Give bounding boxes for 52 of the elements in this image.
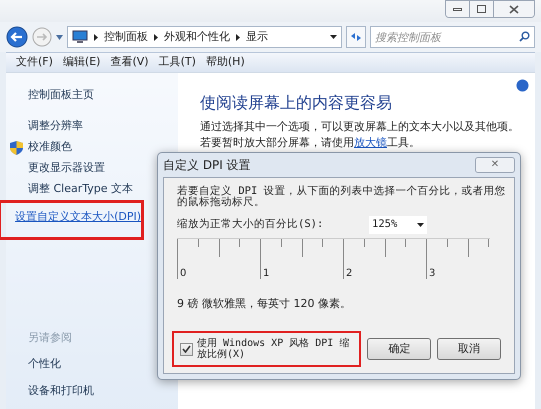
dialog-button[interactable]: 确定 — [367, 338, 432, 360]
search-icon — [519, 31, 530, 42]
scale-label: 缩放为正常大小的百分比(S): — [177, 217, 324, 232]
address-bar[interactable]: 控制面板 外观和个性化 显示 — [67, 26, 342, 48]
page-heading: 使阅读屏幕上的内容更容易 — [200, 92, 393, 114]
magnifier-link[interactable]: 放大镜 — [354, 136, 387, 149]
sidebar-link[interactable]: 更改显示器设置 — [28, 160, 105, 177]
ruler-label: 0 — [180, 267, 186, 281]
sidebar-link[interactable]: 设置自定义文本大小(DPI) — [15, 209, 141, 226]
dialog-instructions: 若要自定义 DPI 设置，从下面的列表中选择一个百分比，或者用您的鼠标拖动标尺。 — [177, 186, 507, 208]
refresh-icon — [350, 32, 362, 42]
monitor-icon — [72, 30, 88, 44]
dialog-title: 自定义 DPI 设置 — [163, 157, 251, 174]
scale-dropdown[interactable]: 125% — [369, 216, 427, 234]
chevron-icon — [236, 34, 240, 40]
page-description: 通过选择其中一个选项，可以更改屏幕上的文本大小以及其他项。若要暂时放大部分屏幕，请使用放大镜工具。 — [200, 119, 520, 151]
menu-item[interactable]: 编辑(E) — [62, 54, 100, 71]
ruler-label: 2 — [346, 267, 352, 281]
menu-item[interactable]: 工具(T) — [158, 54, 196, 71]
minimize-button[interactable] — [446, 1, 470, 17]
dialog-close-button[interactable]: ✕ — [475, 157, 515, 173]
checkbox-label: 使用 Windows XP 风格 DPI 缩放比例(X) — [197, 338, 350, 360]
ruler-label: 3 — [429, 267, 436, 281]
breadcrumb-item[interactable]: 显示 — [246, 28, 268, 46]
ruler[interactable]: 0 1 2 3 — [177, 238, 490, 282]
check-icon — [182, 345, 191, 353]
dropdown-icon — [330, 35, 337, 39]
dialog-button[interactable]: 取消 — [437, 338, 502, 360]
chevron-icon — [154, 34, 158, 40]
sidebar-link[interactable]: 设备和打印机 — [28, 382, 178, 399]
checkbox[interactable] — [180, 342, 193, 356]
maximize-button[interactable] — [470, 1, 494, 17]
sidebar-link[interactable]: 调整分辨率 — [28, 118, 83, 135]
menu-item[interactable]: 帮助(H) — [206, 54, 245, 71]
sidebar-link[interactable]: 校准颜色 — [28, 139, 72, 156]
sidebar-link[interactable]: 调整 ClearType 文本 — [28, 181, 134, 198]
menu-item[interactable]: 查看(V) — [110, 54, 149, 71]
dropdown-icon[interactable] — [56, 34, 63, 40]
dropdown-icon — [417, 223, 424, 227]
sample-text: 9 磅 微软雅黑，每英寸 120 像素。 — [177, 296, 352, 312]
see-also-heading: 另请参阅 — [28, 330, 73, 346]
search-field[interactable]: 搜索控制面板 — [370, 26, 535, 48]
ruler-label: 1 — [263, 267, 270, 281]
shield-icon — [10, 140, 23, 154]
sidebar-link[interactable]: 控制面板主页 — [28, 87, 94, 104]
back-button[interactable] — [6, 26, 28, 48]
close-icon — [509, 4, 519, 14]
refresh-button[interactable] — [346, 26, 366, 48]
chevron-icon — [94, 34, 98, 40]
breadcrumb-item[interactable]: 控制面板 — [104, 28, 148, 46]
menu-item[interactable]: 文件(F) — [16, 54, 53, 71]
breadcrumb-item[interactable]: 外观和个性化 — [164, 28, 230, 46]
